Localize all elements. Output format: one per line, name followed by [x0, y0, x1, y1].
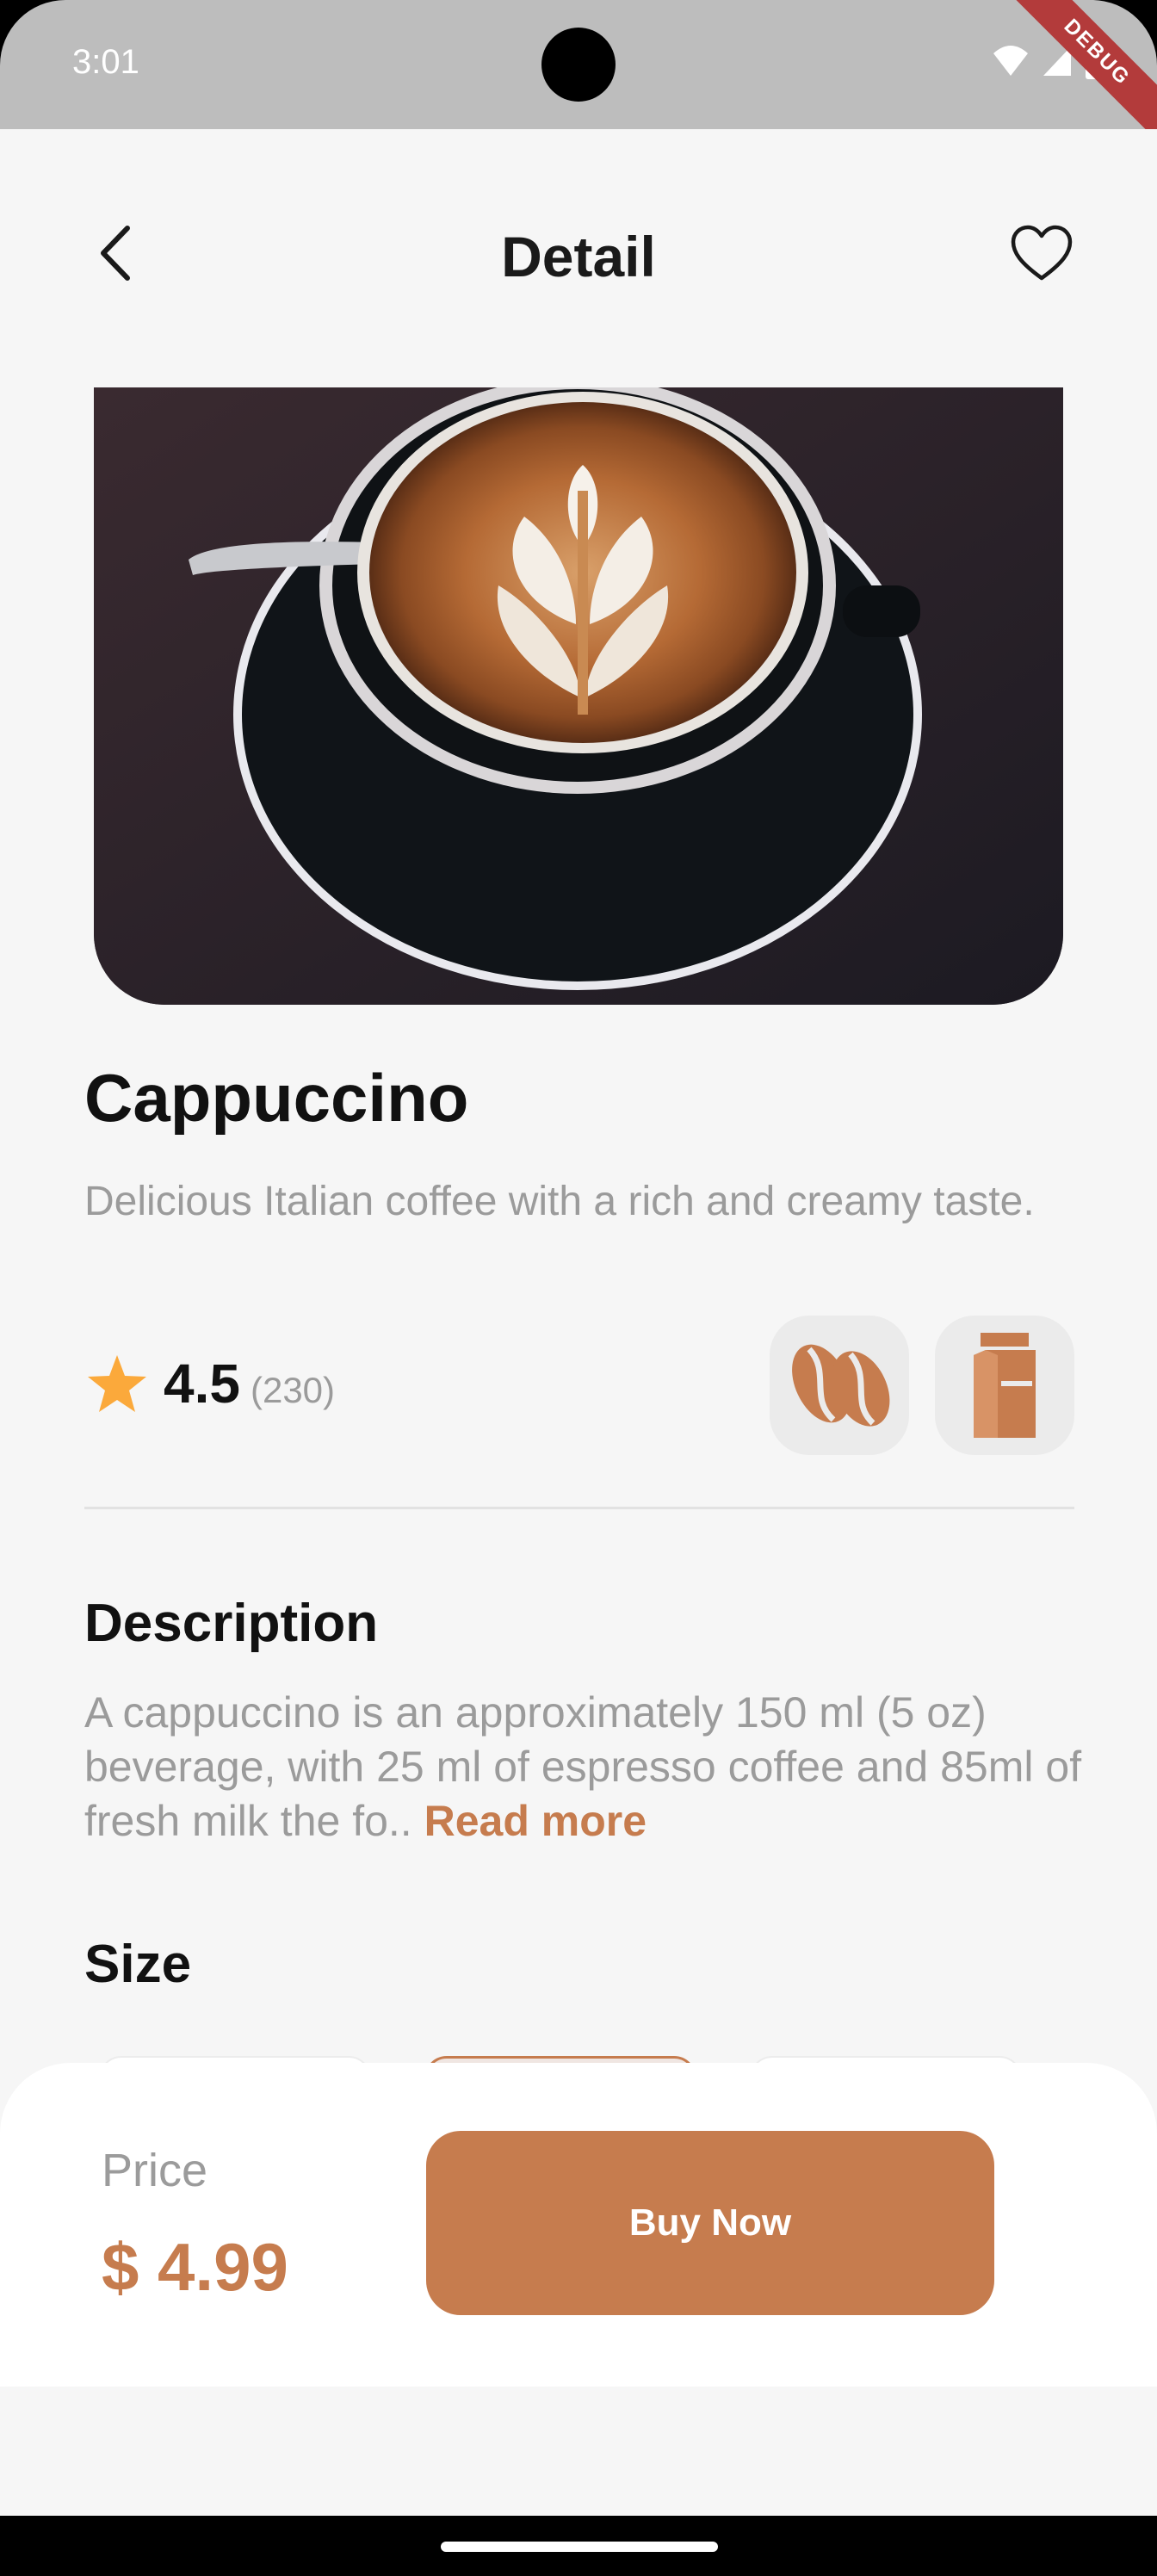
coffee-bean-icon: [792, 1344, 890, 1427]
wifi-icon: [993, 46, 1028, 76]
coffee-bean-chip[interactable]: [770, 1316, 909, 1455]
milk-carton-icon: [974, 1333, 1036, 1438]
product-name: Cappuccino: [84, 1060, 469, 1136]
rating-value: 4.5: [164, 1353, 240, 1415]
size-heading: Size: [84, 1935, 192, 1994]
page-title: Detail: [501, 225, 656, 288]
product-image: [94, 387, 1063, 1005]
milk-chip[interactable]: [935, 1316, 1074, 1455]
home-indicator[interactable]: [441, 2542, 718, 2552]
status-time: 3:01: [72, 43, 139, 81]
read-more-link[interactable]: Read more: [424, 1797, 647, 1845]
heart-outline-icon: [1011, 225, 1073, 281]
price-value: $ 4.99: [102, 2229, 288, 2305]
buy-now-button[interactable]: Buy Now: [426, 2131, 994, 2315]
app-bar: Detail: [0, 198, 1157, 310]
product-subtitle: Delicious Italian coffee with a rich and…: [84, 1179, 1035, 1224]
description-heading: Description: [84, 1594, 379, 1653]
favorite-button[interactable]: [1005, 219, 1078, 288]
status-bar: 3:01 DEBUG: [0, 0, 1157, 146]
price-label: Price: [102, 2145, 208, 2196]
star-icon: [88, 1355, 146, 1412]
camera-cutout: [541, 28, 616, 102]
rating-row: 4.5 (230): [84, 1352, 335, 1417]
rating-count: (230): [250, 1370, 336, 1410]
divider: [84, 1507, 1074, 1509]
cappuccino-photo: [94, 387, 1063, 1005]
description-text: A cappuccino is an approximately 150 ml …: [84, 1686, 1092, 1848]
